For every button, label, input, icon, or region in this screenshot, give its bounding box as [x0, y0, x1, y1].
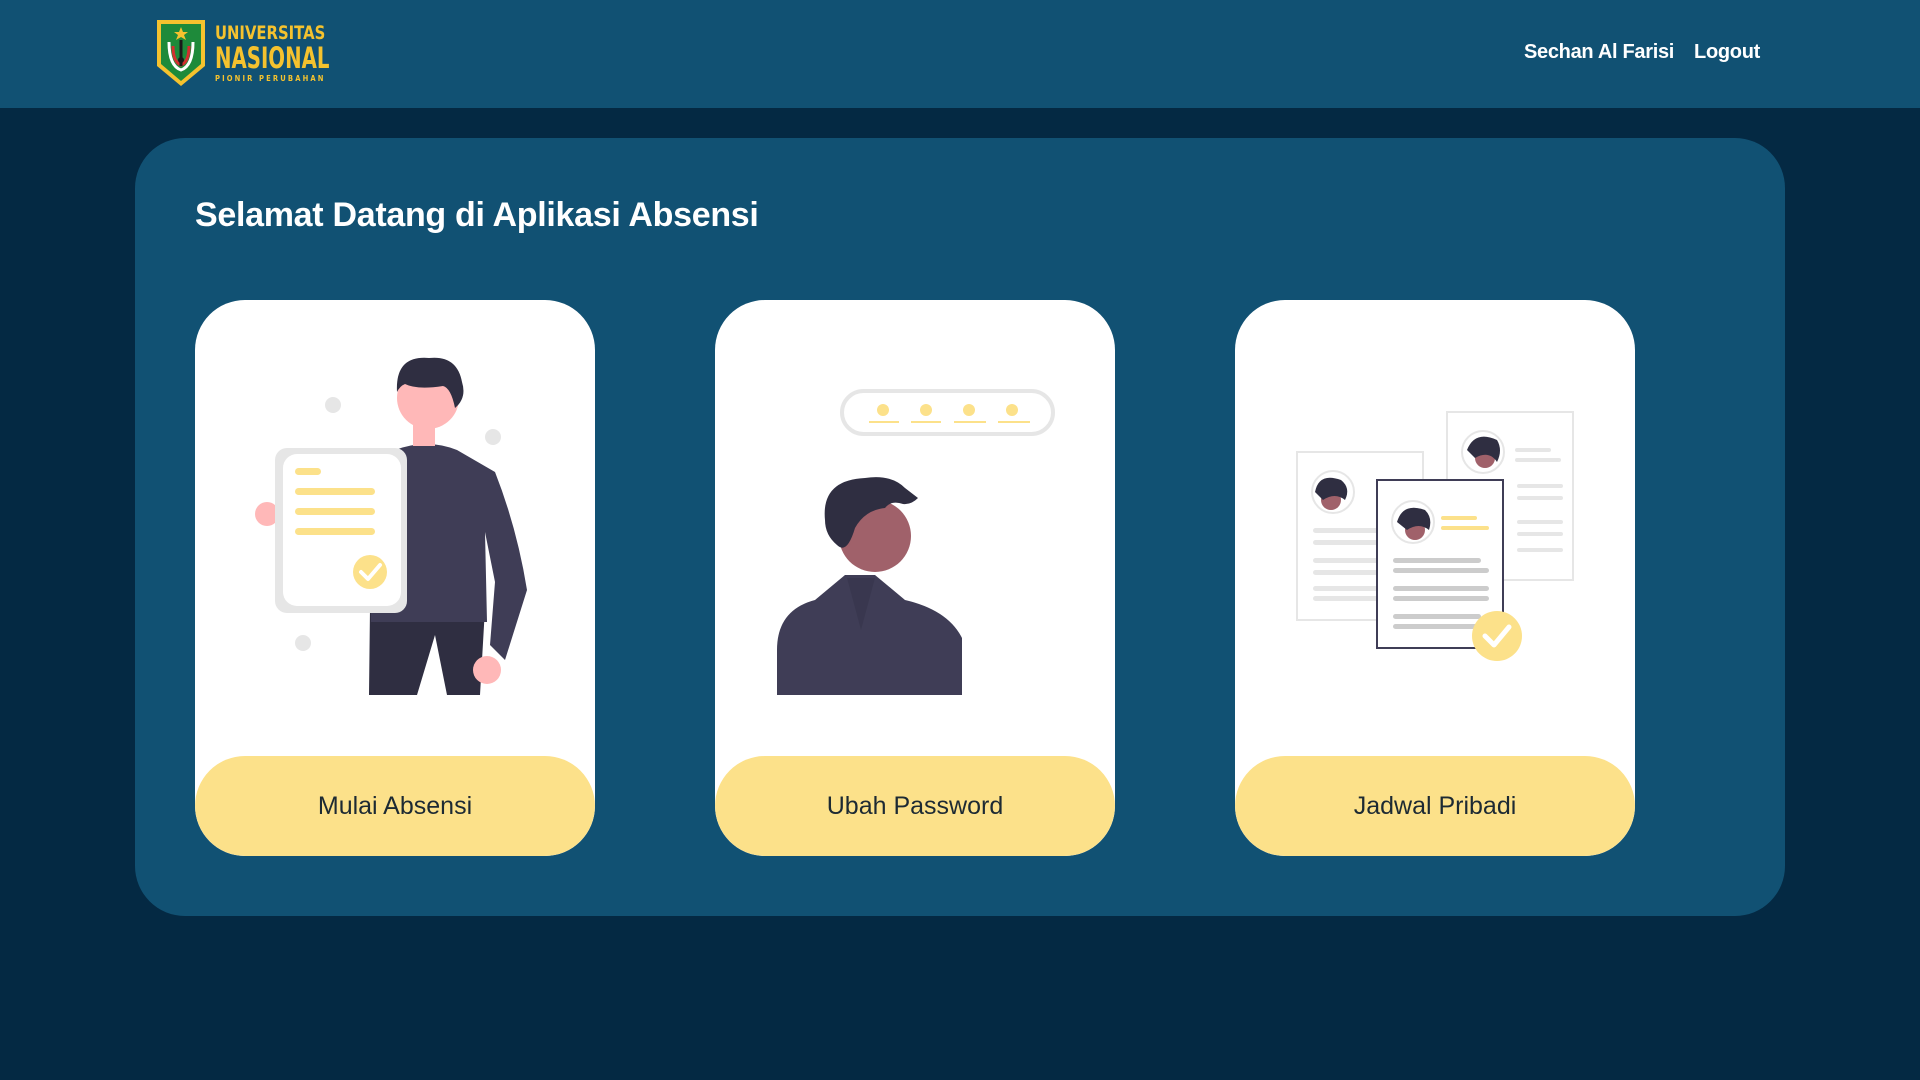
welcome-panel: Selamat Datang di Aplikasi Absensi Mulai…	[135, 138, 1785, 916]
university-shield-icon	[157, 20, 205, 86]
card-mulai-absensi[interactable]: Mulai Absensi	[195, 300, 595, 856]
logo-tagline: PIONIR PERUBAHAN	[215, 73, 326, 83]
page-title: Selamat Datang di Aplikasi Absensi	[195, 196, 759, 234]
person-holding-document-illustration	[255, 357, 527, 695]
jadwal-pribadi-button[interactable]: Jadwal Pribadi	[1235, 756, 1635, 856]
top-navbar: UNIVERSITAS NASIONAL PIONIR PERUBAHAN Se…	[0, 0, 1920, 108]
profile-documents-checked-illustration	[1296, 411, 1574, 661]
logo-text-nasional: NASIONAL	[215, 40, 330, 75]
card-jadwal-pribadi[interactable]: Jadwal Pribadi	[1235, 300, 1635, 856]
ubah-password-button[interactable]: Ubah Password	[715, 756, 1115, 856]
mulai-absensi-button[interactable]: Mulai Absensi	[195, 756, 595, 856]
card-ubah-password[interactable]: Ubah Password	[715, 300, 1115, 856]
nav-links: Sechan Al Farisi Logout	[1524, 41, 1760, 64]
university-logo[interactable]: UNIVERSITAS NASIONAL PIONIR PERUBAHAN	[155, 18, 383, 88]
person-with-password-field-illustration	[777, 389, 1055, 695]
logout-link[interactable]: Logout	[1694, 41, 1760, 64]
user-name-link[interactable]: Sechan Al Farisi	[1524, 41, 1674, 64]
